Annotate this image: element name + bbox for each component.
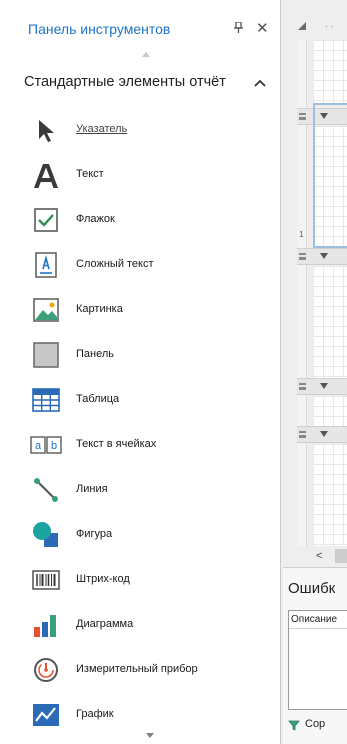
toolbox-item-label: Таблица xyxy=(76,393,120,405)
filter-icon xyxy=(288,720,300,731)
sparkline-icon xyxy=(33,704,59,726)
toolbox-item-chart[interactable]: Диаграмма xyxy=(30,607,270,643)
band-grip-icon xyxy=(299,253,306,260)
cell-text-icon: ab xyxy=(30,436,62,454)
errors-panel: Ошибк Описание Сор xyxy=(283,567,347,744)
pointer-icon xyxy=(39,120,54,142)
toolbox-item-shape[interactable]: Фигура xyxy=(30,517,270,553)
collapse-arrow-icon[interactable] xyxy=(320,431,328,437)
scroll-down-icon[interactable] xyxy=(146,733,154,738)
toolbox-panel: Панель инструментов ✕ Стандартные элемен… xyxy=(0,0,281,744)
report-band-body[interactable] xyxy=(313,40,347,103)
table-icon xyxy=(32,388,60,412)
toolbox-item-label: Текст в ячейках xyxy=(76,438,157,450)
ruler-corner-icon[interactable] xyxy=(298,22,306,30)
svg-text:a: a xyxy=(35,440,42,452)
band-header[interactable] xyxy=(297,426,347,443)
toolbox-item-line[interactable]: Линия xyxy=(30,472,270,508)
toolbox-item-label: Линия xyxy=(76,483,108,495)
toolbox-item-label: Сложный текст xyxy=(76,258,154,270)
group-label: Стандартные элементы отчёт xyxy=(24,74,226,90)
toolbox-item-sparkline[interactable]: График xyxy=(30,697,270,733)
gauge-icon xyxy=(34,658,58,682)
band-header[interactable] xyxy=(297,378,347,395)
toolbox-item-label: Картинка xyxy=(76,303,123,315)
scrollbar-thumb[interactable] xyxy=(335,549,347,563)
report-band-body[interactable] xyxy=(313,266,347,378)
toolbox-item-text[interactable]: Текст xyxy=(30,157,270,193)
picture-icon xyxy=(33,298,59,322)
scroll-up-icon[interactable] xyxy=(142,52,150,57)
toolbox-item-label: График xyxy=(76,708,114,720)
chart-icon xyxy=(34,615,56,637)
errors-title: Ошибк xyxy=(288,580,336,597)
band-grip-icon xyxy=(299,431,306,438)
horizontal-scrollbar[interactable]: < xyxy=(283,546,347,567)
toolbox-item-gauge[interactable]: Измерительный прибор xyxy=(30,652,270,688)
line-icon xyxy=(34,478,58,502)
text-icon xyxy=(34,164,58,188)
scroll-left-icon[interactable]: < xyxy=(316,550,322,562)
toolbox-item-table[interactable]: Таблица xyxy=(30,382,270,418)
top-ruler: · · xyxy=(325,21,334,31)
toolbox-item-label: Диаграмма xyxy=(76,618,134,630)
toolbox-item-barcode[interactable]: Штрих-код xyxy=(30,562,270,598)
report-band-body[interactable] xyxy=(313,396,347,426)
toolbox-item-label: Текст xyxy=(76,168,104,180)
report-designer: · · 1 1 < xyxy=(283,0,347,567)
barcode-icon xyxy=(32,570,60,590)
toolbox-item-label: Штрих-код xyxy=(76,573,130,585)
toolbox-title: Панель инструментов xyxy=(28,21,171,37)
toolbox-group-header[interactable]: Стандартные элементы отчёт xyxy=(24,74,276,96)
close-icon[interactable]: ✕ xyxy=(256,19,269,37)
toolbox-item-label: Фигура xyxy=(76,528,113,540)
report-band-body[interactable] xyxy=(313,444,347,546)
checkbox-icon xyxy=(34,208,58,232)
app-window: Панель инструментов ✕ Стандартные элемен… xyxy=(0,0,347,744)
rich-text-icon xyxy=(35,252,57,278)
collapse-arrow-icon[interactable] xyxy=(320,383,328,389)
copy-button[interactable]: Сор xyxy=(305,718,325,730)
column-header-description[interactable]: Описание xyxy=(289,611,347,629)
ruler-number: 1 xyxy=(299,230,304,239)
shape-icon xyxy=(33,522,58,547)
toolbox-item-label: Указатель xyxy=(76,123,128,135)
collapse-arrow-icon[interactable] xyxy=(320,253,328,259)
toolbox-item-rich-text[interactable]: Сложный текст xyxy=(30,247,270,283)
band-grip-icon xyxy=(299,113,306,120)
toolbox-item-panel[interactable]: Панель xyxy=(30,337,270,373)
band-header[interactable] xyxy=(297,248,347,265)
toolbox-header: Панель инструментов ✕ xyxy=(0,0,281,44)
toolbox-item-label: Флажок xyxy=(76,213,115,225)
band-grip-icon xyxy=(299,383,306,390)
toolbox-item-label: Измерительный прибор xyxy=(76,663,198,675)
pin-icon[interactable] xyxy=(234,21,243,36)
toolbox-item-picture[interactable]: Картинка xyxy=(30,292,270,328)
chevron-up-icon[interactable] xyxy=(253,76,267,90)
selected-band-outline xyxy=(313,103,347,248)
toolbox-item-label: Панель xyxy=(76,348,115,360)
toolbox-item-cell-text[interactable]: ab Текст в ячейках xyxy=(30,427,270,463)
toolbox-item-checkbox[interactable]: Флажок xyxy=(30,202,270,238)
errors-grid[interactable]: Описание xyxy=(288,610,347,710)
svg-text:b: b xyxy=(51,440,57,452)
toolbox-item-pointer[interactable]: Указатель xyxy=(30,112,270,148)
panel-icon xyxy=(33,342,59,368)
